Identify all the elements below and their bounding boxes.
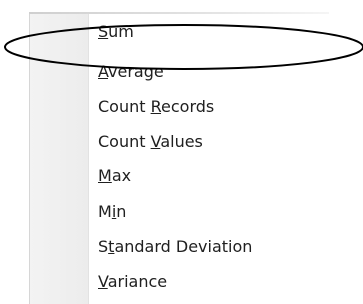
access-key: A bbox=[98, 62, 109, 81]
menu-item-count-values[interactable]: Count Values bbox=[98, 128, 203, 156]
menu-item-label-suffix: ecords bbox=[161, 97, 215, 116]
aggregate-menu-screenshot: Sum Average Count Records Count Values M… bbox=[0, 0, 363, 304]
menu-item-label-prefix: Count bbox=[98, 132, 151, 151]
access-key: V bbox=[150, 132, 161, 151]
menu-item-label-suffix: andard Deviation bbox=[114, 237, 253, 256]
menu-gutter-separator bbox=[88, 14, 89, 304]
menu-item-label-suffix: ariance bbox=[107, 272, 168, 291]
menu-item-label-suffix: verage bbox=[108, 62, 164, 81]
menu-item-average[interactable]: Average bbox=[98, 58, 164, 86]
menu-item-min[interactable]: Min bbox=[98, 198, 126, 226]
access-key: S bbox=[98, 22, 109, 41]
menu-item-count-records[interactable]: Count Records bbox=[98, 93, 214, 121]
menu-item-variance[interactable]: Variance bbox=[98, 268, 167, 296]
access-key: M bbox=[98, 166, 112, 185]
menu-item-standard-deviation[interactable]: Standard Deviation bbox=[98, 233, 252, 261]
menu-item-label-suffix: alues bbox=[160, 132, 203, 151]
access-key: V bbox=[98, 272, 108, 291]
access-key: R bbox=[150, 97, 162, 116]
menu-item-label-prefix: S bbox=[98, 237, 109, 256]
menu-item-max[interactable]: Max bbox=[98, 162, 131, 190]
menu-item-label-suffix: n bbox=[116, 202, 127, 221]
menu-item-label-prefix: Count bbox=[98, 97, 151, 116]
menu-item-label-suffix: ax bbox=[111, 166, 132, 185]
menu-item-sum[interactable]: Sum bbox=[98, 18, 134, 46]
menu-item-label-prefix: M bbox=[98, 202, 112, 221]
menu-item-label-suffix: um bbox=[108, 22, 134, 41]
menu-icon-gutter bbox=[30, 14, 88, 304]
